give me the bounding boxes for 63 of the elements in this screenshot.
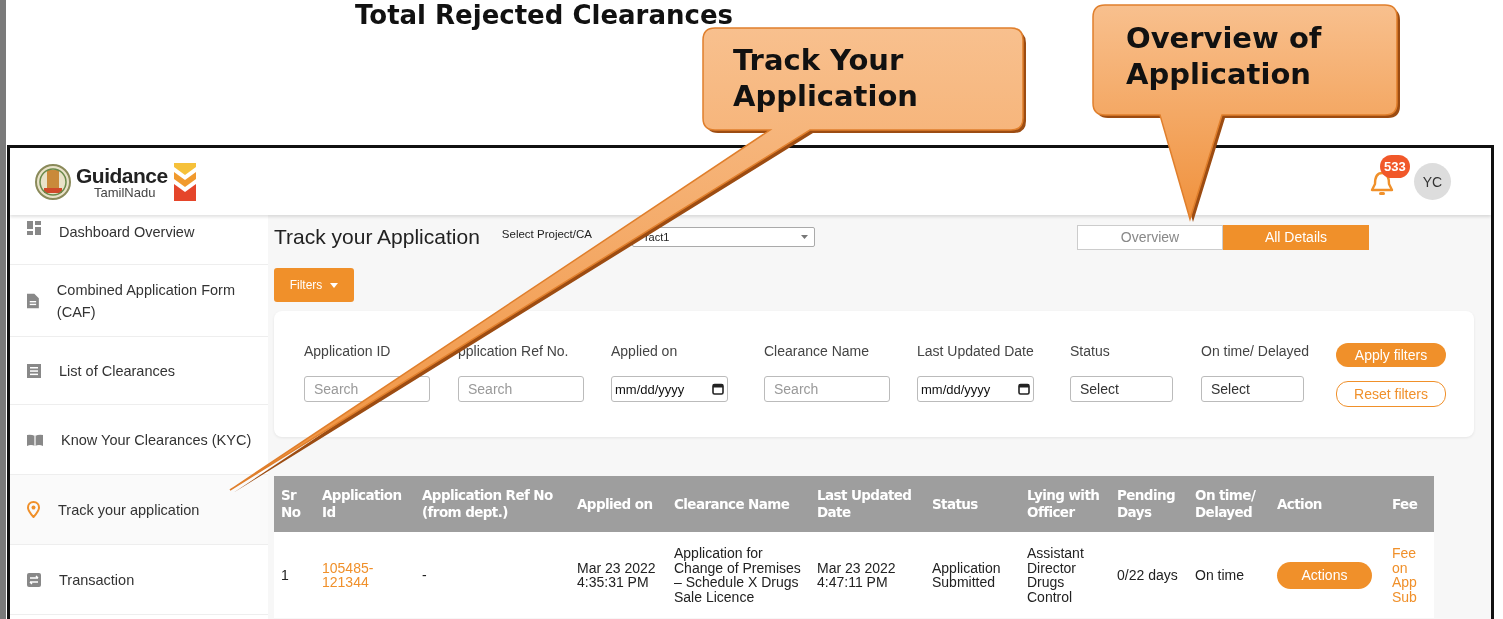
table-cell: 1 bbox=[281, 566, 289, 583]
column-header: Sr No bbox=[274, 476, 315, 532]
select-field[interactable]: Select bbox=[1070, 376, 1173, 402]
dashboard-icon bbox=[27, 221, 41, 235]
sidebar-item[interactable]: Combined Application Form (CAF) bbox=[10, 265, 268, 337]
date-field[interactable]: mm/dd/yyyy bbox=[611, 376, 728, 402]
caret-icon bbox=[800, 235, 808, 239]
table-cell: Application Submitted bbox=[932, 559, 1001, 590]
column-header: Application Ref No (from dept.) bbox=[415, 476, 570, 532]
filter-label: Application ID bbox=[304, 343, 392, 359]
view-tab[interactable]: Overview bbox=[1077, 224, 1223, 250]
bell-icon[interactable] bbox=[1370, 170, 1394, 197]
page-heading: Total Rejected Clearances bbox=[355, 0, 734, 30]
filter-label: Applied on bbox=[611, 343, 679, 359]
notification-badge: 533 bbox=[1380, 154, 1410, 178]
column-header: Application Id bbox=[315, 476, 415, 532]
search-field[interactable]: Search bbox=[764, 376, 890, 402]
book-icon bbox=[27, 433, 43, 446]
column-header: Fee bbox=[1385, 476, 1434, 532]
column-header: On time/ Delayed bbox=[1188, 476, 1270, 532]
sidebar-item[interactable]: List of Clearances bbox=[10, 337, 268, 405]
table-cell: On time bbox=[1195, 566, 1244, 583]
filter-label: On time/ Delayed bbox=[1201, 343, 1309, 359]
sidebar-item[interactable]: Transaction bbox=[10, 545, 268, 615]
project-select-label: Select Project/CA bbox=[501, 228, 592, 240]
table-cell: Assistant Director Drugs Control bbox=[1027, 545, 1084, 605]
chevron-stripes-icon bbox=[171, 162, 198, 201]
column-header: Applied on bbox=[570, 476, 667, 532]
document-icon bbox=[27, 292, 39, 309]
select-field[interactable]: Select bbox=[1201, 376, 1304, 402]
transfer-icon bbox=[27, 572, 41, 587]
filter-label: pplication Ref No. bbox=[458, 343, 570, 359]
user-avatar[interactable]: YC bbox=[1414, 163, 1451, 200]
column-header: Clearance Name bbox=[667, 476, 810, 532]
table-cell: Mar 23 2022 4:47:11 PM bbox=[817, 559, 896, 590]
project-select[interactable]: ract1 bbox=[631, 227, 815, 247]
table-cell: 0/22 days bbox=[1117, 566, 1178, 583]
sidebar-item[interactable]: Dashboard Overview bbox=[10, 215, 268, 265]
logo-subtitle: TamilNadu bbox=[94, 185, 157, 199]
caret-icon bbox=[330, 282, 339, 288]
filter-label: Clearance Name bbox=[764, 343, 871, 359]
search-field[interactable]: Search bbox=[458, 376, 584, 402]
column-header: Status bbox=[925, 476, 1020, 532]
table-cell: Mar 23 2022 4:35:31 PM bbox=[577, 559, 656, 590]
date-field[interactable]: mm/dd/yyyy bbox=[917, 376, 1034, 402]
filter-label: Status bbox=[1070, 343, 1111, 359]
logo-title: Guidance bbox=[76, 164, 168, 186]
list-icon bbox=[27, 363, 41, 378]
calendar-icon bbox=[1018, 383, 1030, 395]
column-header: Last Updated Date bbox=[810, 476, 925, 532]
filter-label: Last Updated Date bbox=[917, 343, 1035, 359]
page-title: Track your Application bbox=[274, 225, 480, 249]
location-pin-icon bbox=[27, 501, 40, 518]
table-cell: - bbox=[422, 566, 427, 583]
sidebar-item[interactable]: Track your application bbox=[10, 475, 268, 545]
column-header: Pending Days bbox=[1110, 476, 1188, 532]
callout-text: Overview of Application bbox=[1126, 20, 1323, 92]
emblem-icon bbox=[34, 161, 72, 202]
column-header: Action bbox=[1270, 476, 1385, 532]
table-cell: Application for Change of Premises – Schedule X Drugs Sale Licence bbox=[674, 545, 801, 605]
calendar-icon bbox=[712, 383, 724, 395]
callout-text: Track Your Application bbox=[733, 42, 919, 114]
column-header: Lying with Officer bbox=[1020, 476, 1110, 532]
